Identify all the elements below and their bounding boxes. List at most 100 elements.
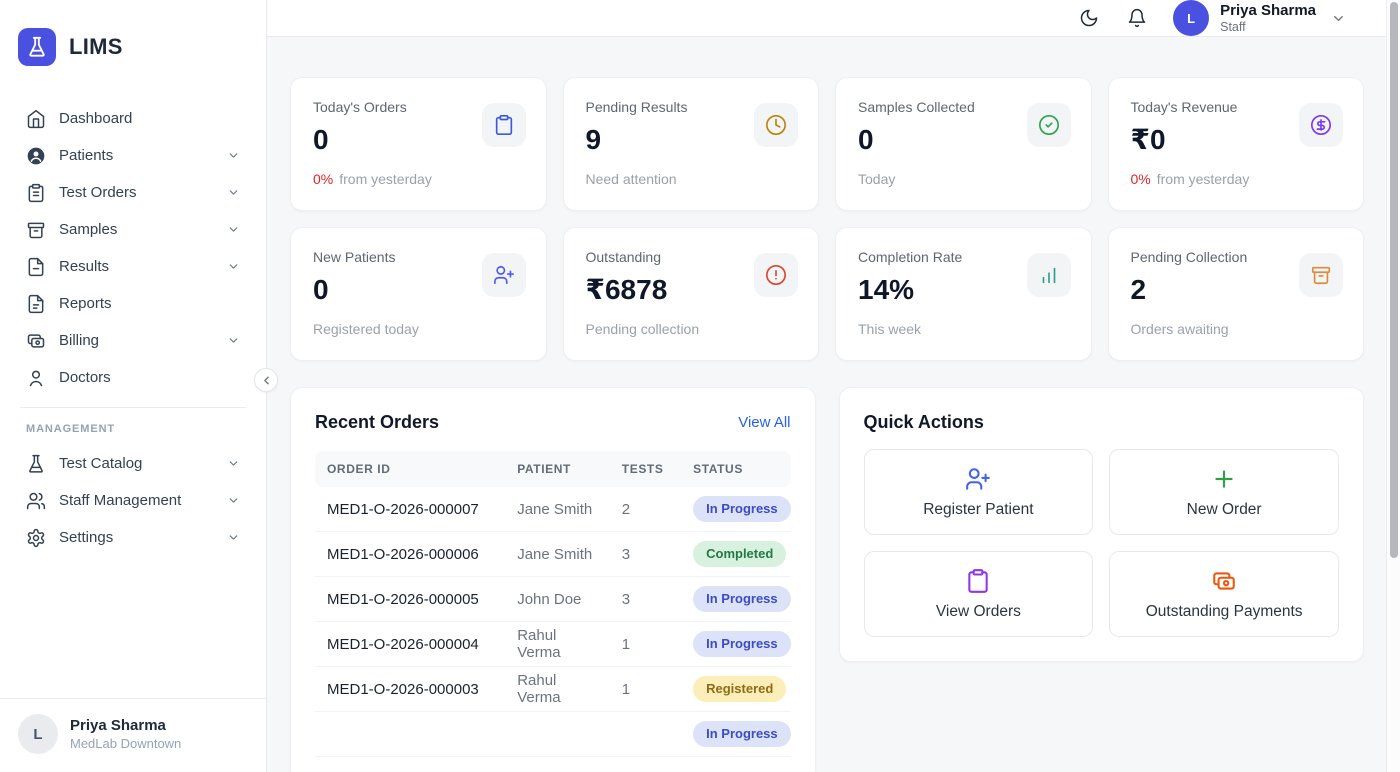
stat-subtext: Need attention <box>586 171 797 187</box>
clipboard-list-icon <box>26 183 46 203</box>
stat-card-pending-collection: Pending Collection 2 Orders awaiting <box>1108 227 1365 361</box>
patient-name: Jane Smith <box>505 501 610 518</box>
user-plus-icon <box>965 466 991 492</box>
table-row-partial[interactable]: In Progress <box>315 712 791 757</box>
user-role: Staff <box>1220 20 1316 34</box>
sidebar-section-management: Management <box>12 419 254 445</box>
register-patient-button[interactable]: Register Patient <box>864 449 1094 535</box>
order-id: MED1-O-2026-000005 <box>315 591 505 608</box>
order-id: MED1-O-2026-000003 <box>315 681 505 698</box>
table-row[interactable]: MED1-O-2026-000007 Jane Smith 2 In Progr… <box>315 487 791 532</box>
scrollbar[interactable] <box>1386 0 1400 772</box>
topbar: L Priya Sharma Staff <box>267 0 1400 37</box>
sidebar-user-card[interactable]: L Priya Sharma MedLab Downtown <box>0 698 266 772</box>
doctor-user-icon <box>26 368 46 388</box>
main-pane: L Priya Sharma Staff Today's Orders 0 0%… <box>267 0 1400 772</box>
flask-logo-icon <box>18 28 56 66</box>
outstanding-payments-button[interactable]: Outstanding Payments <box>1109 551 1339 637</box>
column-header-patient: Patient <box>505 462 610 476</box>
recent-orders-panel: Recent Orders View All Order ID Patient … <box>290 387 816 772</box>
file-text-icon <box>26 257 46 277</box>
action-label: Outstanding Payments <box>1146 603 1303 621</box>
stat-subtext: Today <box>858 171 1069 187</box>
alert-circle-icon <box>754 253 798 297</box>
sidebar-item-test-orders[interactable]: Test Orders <box>12 174 254 211</box>
orders-table-header: Order ID Patient Tests Status <box>315 451 791 487</box>
stat-subtext: 0%from yesterday <box>1131 171 1342 187</box>
chevron-down-icon <box>227 223 240 236</box>
tests-count: 3 <box>610 546 681 563</box>
sidebar-item-label: Patients <box>59 147 113 164</box>
avatar: L <box>1173 0 1209 36</box>
patient-name: Rahul Verma <box>505 672 610 706</box>
sidebar-item-label: Billing <box>59 332 99 349</box>
sidebar-item-test-catalog[interactable]: Test Catalog <box>12 445 254 482</box>
stat-subtext: Orders awaiting <box>1131 321 1342 337</box>
chevron-down-icon <box>1331 11 1346 26</box>
quick-actions-panel: Quick Actions Register Patient New Order… <box>839 387 1365 662</box>
sidebar-item-settings[interactable]: Settings <box>12 519 254 556</box>
moon-icon <box>1079 8 1099 28</box>
view-all-link[interactable]: View All <box>738 414 790 431</box>
user-name: Priya Sharma <box>70 717 181 734</box>
stat-subtext: Pending collection <box>586 321 797 337</box>
clipboard-icon <box>965 568 991 594</box>
stat-card-samples-collected: Samples Collected 0 Today <box>835 77 1092 211</box>
stat-subtext: 0%from yesterday <box>313 171 524 187</box>
action-label: View Orders <box>936 603 1021 621</box>
stat-card-todays-orders: Today's Orders 0 0%from yesterday <box>290 77 547 211</box>
patient-name: Rahul Verma <box>505 627 610 661</box>
stats-grid: Today's Orders 0 0%from yesterday Pendin… <box>290 77 1364 361</box>
sidebar: LIMS Dashboard Patients Test Orders Samp… <box>0 0 267 772</box>
order-id: MED1-O-2026-000004 <box>315 636 505 653</box>
table-row[interactable]: MED1-O-2026-000005 John Doe 3 In Progres… <box>315 577 791 622</box>
view-orders-button[interactable]: View Orders <box>864 551 1094 637</box>
sidebar-item-staff-management[interactable]: Staff Management <box>12 482 254 519</box>
report-file-icon <box>26 294 46 314</box>
dark-mode-toggle[interactable] <box>1077 6 1101 30</box>
sidebar-item-doctors[interactable]: Doctors <box>12 359 254 396</box>
status-badge: Completed <box>693 541 786 567</box>
notifications-button[interactable] <box>1125 6 1149 30</box>
new-order-button[interactable]: New Order <box>1109 449 1339 535</box>
sidebar-item-samples[interactable]: Samples <box>12 211 254 248</box>
chevron-down-icon <box>227 334 240 347</box>
sidebar-item-patients[interactable]: Patients <box>12 137 254 174</box>
table-row[interactable]: MED1-O-2026-000003 Rahul Verma 1 Registe… <box>315 667 791 712</box>
chevron-down-icon <box>227 531 240 544</box>
home-icon <box>26 109 46 129</box>
stat-card-pending-results: Pending Results 9 Need attention <box>563 77 820 211</box>
check-circle-icon <box>1027 103 1071 147</box>
sidebar-item-billing[interactable]: Billing <box>12 322 254 359</box>
column-header-order-id: Order ID <box>315 462 505 476</box>
dashboard-content: Today's Orders 0 0%from yesterday Pendin… <box>267 37 1400 772</box>
bell-icon <box>1127 8 1147 28</box>
clipboard-icon <box>482 103 526 147</box>
stat-card-new-patients: New Patients 0 Registered today <box>290 227 547 361</box>
stat-delta: 0% <box>1131 171 1151 187</box>
chevron-left-icon <box>260 374 273 387</box>
users-icon <box>26 491 46 511</box>
stat-card-todays-revenue: Today's Revenue ₹0 0%from yesterday <box>1108 77 1365 211</box>
scrollbar-thumb[interactable] <box>1390 2 1398 558</box>
clock-icon <box>754 103 798 147</box>
sidebar-item-results[interactable]: Results <box>12 248 254 285</box>
status-badge: Registered <box>693 676 786 702</box>
sidebar-item-label: Reports <box>59 295 112 312</box>
table-row[interactable]: MED1-O-2026-000004 Rahul Verma 1 In Prog… <box>315 622 791 667</box>
chevron-down-icon <box>227 494 240 507</box>
sidebar-item-reports[interactable]: Reports <box>12 285 254 322</box>
chevron-down-icon <box>227 186 240 199</box>
column-header-status: Status <box>681 462 790 476</box>
sidebar-item-dashboard[interactable]: Dashboard <box>12 100 254 137</box>
order-id: MED1-O-2026-000007 <box>315 501 505 518</box>
table-row[interactable]: MED1-O-2026-000006 Jane Smith 3 Complete… <box>315 532 791 577</box>
sidebar-collapse-button[interactable] <box>254 368 278 392</box>
user-menu[interactable]: L Priya Sharma Staff <box>1173 0 1346 36</box>
user-plus-icon <box>482 253 526 297</box>
chevron-down-icon <box>227 260 240 273</box>
dollar-circle-icon <box>1299 103 1343 147</box>
sidebar-item-label: Test Catalog <box>59 455 142 472</box>
cash-icon <box>1211 568 1237 594</box>
status-badge: In Progress <box>693 631 791 657</box>
